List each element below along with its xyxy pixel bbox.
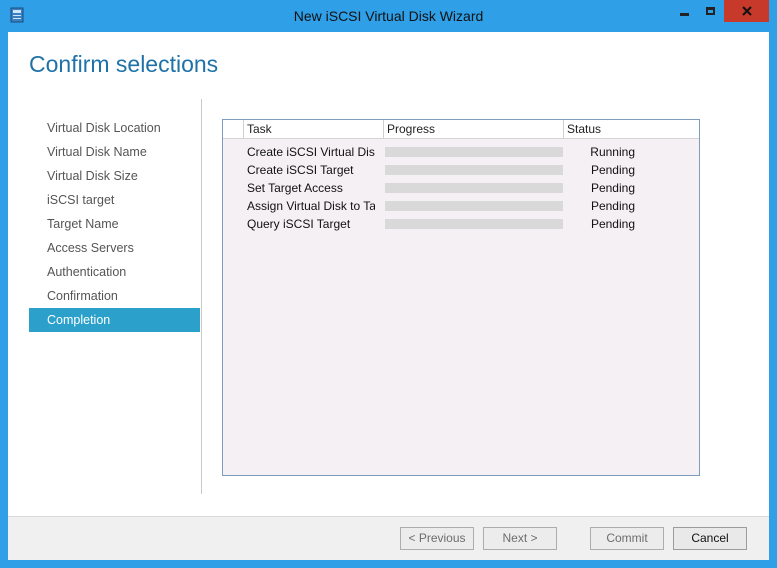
task-row: Assign Virtual Disk to Target Pending [223, 197, 699, 215]
task-status: Pending [590, 217, 635, 231]
column-header-progress[interactable]: Progress [383, 120, 563, 138]
task-status: Pending [590, 199, 635, 213]
column-header-status[interactable]: Status [563, 120, 691, 138]
commit-button[interactable]: Commit [590, 527, 664, 550]
close-icon [741, 6, 752, 16]
task-progress-list[interactable]: Task Progress Status Create iSCSI Virtua… [222, 119, 700, 476]
column-header-task[interactable]: Task [243, 120, 383, 138]
maximize-icon [705, 7, 715, 15]
task-row: Query iSCSI Target Pending [223, 215, 699, 233]
window-title: New iSCSI Virtual Disk Wizard [293, 8, 484, 24]
task-name: Set Target Access [247, 181, 343, 195]
title-bar[interactable]: New iSCSI Virtual Disk Wizard [0, 0, 777, 32]
minimize-button[interactable] [670, 0, 698, 22]
next-button[interactable]: Next > [483, 527, 557, 550]
task-status: Pending [590, 181, 635, 195]
nav-item-authentication[interactable]: Authentication [29, 260, 200, 284]
wizard-window: New iSCSI Virtual Disk Wizard Confirm se… [0, 0, 777, 568]
nav-item-access-servers[interactable]: Access Servers [29, 236, 200, 260]
wizard-steps-nav: Virtual Disk Location Virtual Disk Name Vi… [29, 116, 200, 332]
task-name: Create iSCSI Target [247, 163, 354, 177]
task-name: Assign Virtual Disk to Target [247, 199, 375, 213]
task-progress-bar [385, 219, 563, 229]
page-title: Confirm selections [29, 51, 219, 77]
task-row: Create iSCSI Virtual Disk Running [223, 143, 699, 161]
task-name: Create iSCSI Virtual Disk [247, 145, 375, 159]
nav-item-virtual-disk-location[interactable]: Virtual Disk Location [29, 116, 200, 140]
task-row: Set Target Access Pending [223, 179, 699, 197]
task-row: Create iSCSI Target Pending [223, 161, 699, 179]
task-progress-bar [385, 165, 563, 175]
nav-item-virtual-disk-size[interactable]: Virtual Disk Size [29, 164, 200, 188]
close-button[interactable] [724, 0, 769, 22]
nav-item-target-name[interactable]: Target Name [29, 212, 200, 236]
nav-item-completion[interactable]: Completion [29, 308, 200, 332]
task-status: Running [590, 145, 635, 159]
task-progress-bar [385, 201, 563, 211]
nav-divider [201, 99, 202, 494]
task-progress-bar [385, 183, 563, 193]
task-list-header: Task Progress Status [223, 120, 699, 139]
nav-item-confirmation[interactable]: Confirmation [29, 284, 200, 308]
task-progress-bar [385, 147, 563, 157]
previous-button[interactable]: < Previous [400, 527, 474, 550]
wizard-footer: < Previous Next > Commit Cancel [8, 516, 769, 560]
task-status: Pending [590, 163, 635, 177]
nav-item-iscsi-target[interactable]: iSCSI target [29, 188, 200, 212]
cancel-button[interactable]: Cancel [673, 527, 747, 550]
task-name: Query iSCSI Target [247, 217, 351, 231]
nav-item-virtual-disk-name[interactable]: Virtual Disk Name [29, 140, 200, 164]
wizard-body: Confirm selections Virtual Disk Location… [8, 32, 769, 560]
minimize-icon [679, 12, 689, 16]
maximize-button[interactable] [697, 0, 723, 22]
